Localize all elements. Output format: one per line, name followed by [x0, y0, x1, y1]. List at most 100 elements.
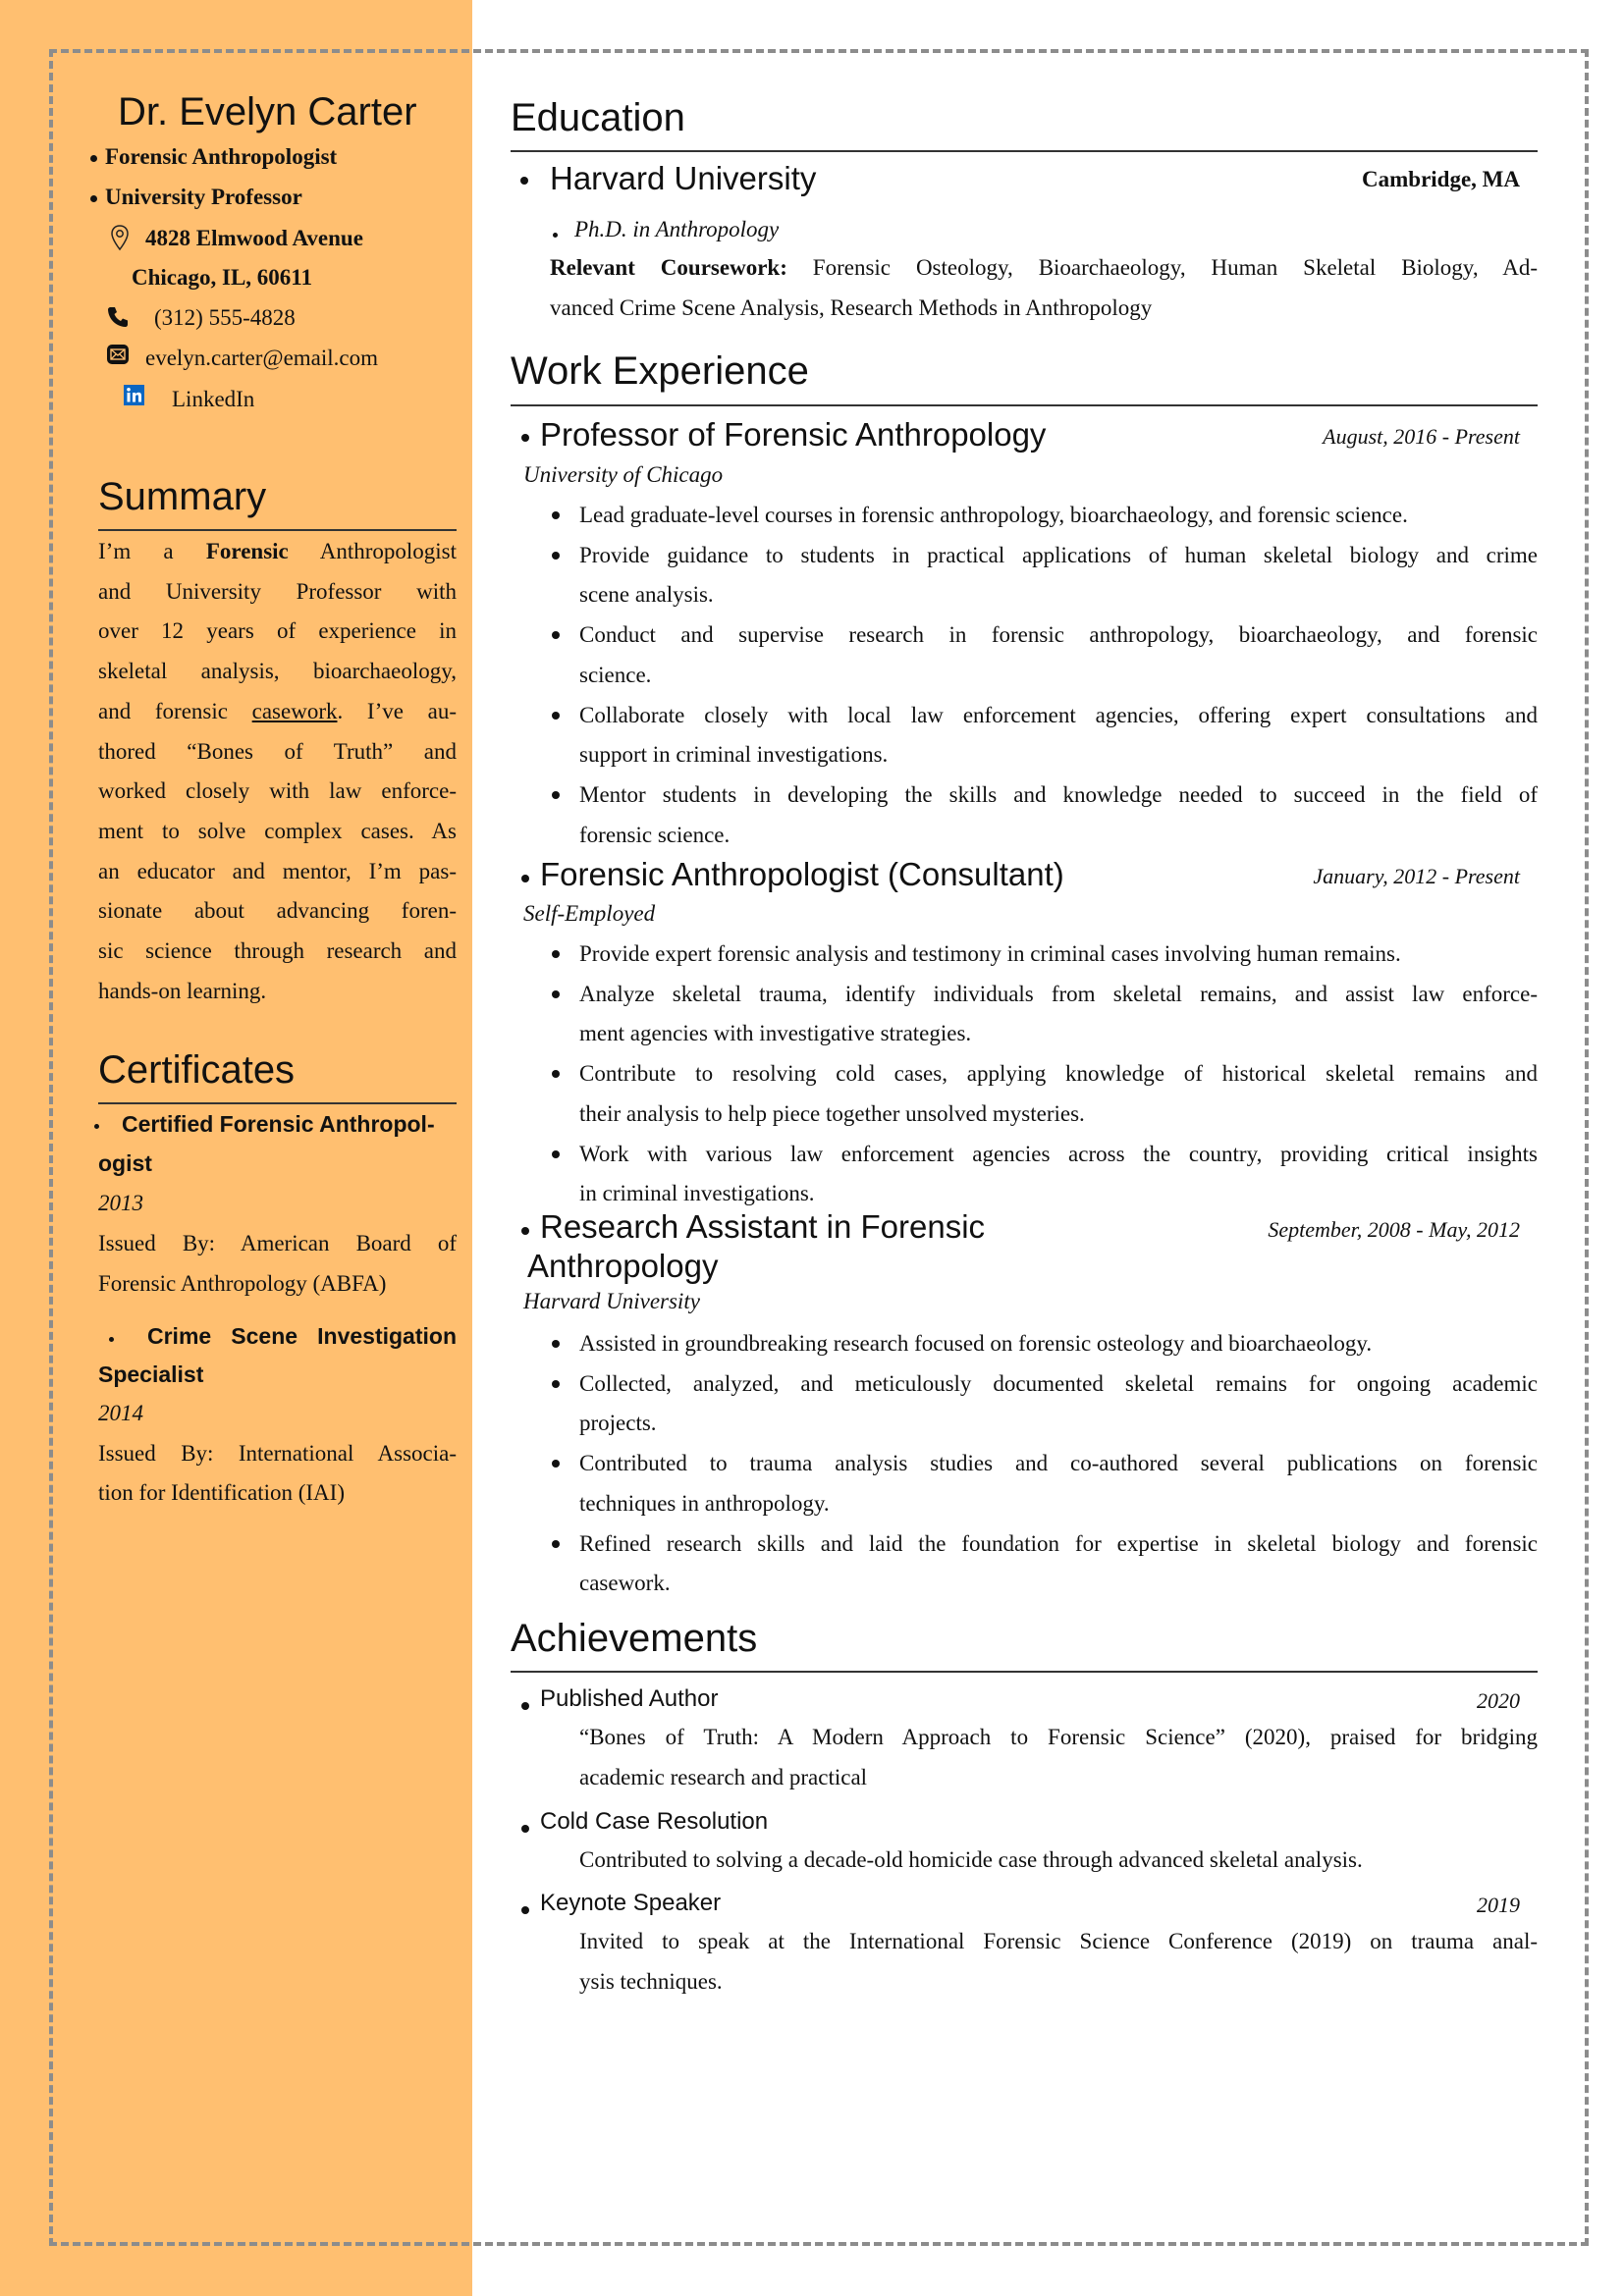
achievement-title: Cold Case Resolution	[540, 1808, 769, 1835]
certificate-title-cont: ogist	[98, 1150, 152, 1176]
address-line-2: Chicago, IL, 60611	[132, 265, 313, 290]
summary-text: I’m a Forensic Anthropologist and Univers…	[98, 532, 457, 1011]
summary-text-segment: Anthropologist	[288, 539, 457, 563]
job-org: Harvard University	[523, 1289, 700, 1313]
job-bullet: Lead graduate-level courses in forensic …	[552, 496, 1538, 536]
work-rule	[511, 404, 1538, 406]
job-bullet: Mentor students in developing the skills…	[552, 775, 1538, 855]
achievement-description: academic research and practical	[579, 1765, 868, 1789]
bullet-icon	[552, 989, 560, 998]
job-org: Self-Employed	[523, 901, 656, 926]
linkedin-link[interactable]: LinkedIn	[172, 387, 254, 412]
achievement-title: Published Author	[540, 1685, 719, 1712]
summary-text-segment: . I’ve au-	[337, 698, 458, 723]
job-bullet-line: Lead graduate-level courses in forensic …	[579, 503, 1408, 527]
coursework-cont: vanced Crime Scene Analysis, Research Me…	[550, 295, 1153, 320]
envelope-icon	[107, 345, 129, 364]
summary-text-segment: and forensic	[98, 698, 252, 723]
achievement-title: Keynote Speaker	[540, 1890, 722, 1916]
certificate-title-cont: Specialist	[98, 1362, 204, 1387]
job-bullet-line: Assisted in groundbreaking research focu…	[579, 1331, 1373, 1356]
bullet-icon	[552, 1340, 560, 1348]
summary-line: sic science through research and	[98, 938, 457, 964]
job-bullet-line: Collected, analyzed, and meticulously do…	[579, 1370, 1538, 1396]
certificate-year: 2013	[98, 1191, 143, 1215]
job-bullet-line: Work with various law enforcement agenci…	[579, 1141, 1538, 1166]
summary-line: and forensic casework. I’ve au-	[98, 692, 457, 732]
achievement-description: ysis techniques.	[579, 1969, 723, 1994]
job-bullet: Contributed to trauma analysis studies a…	[552, 1444, 1538, 1523]
underlined-word: casework	[251, 698, 338, 723]
job-bullet-line: Mentor students in developing the skills…	[579, 781, 1538, 807]
job-bullet-line: Analyze skeletal trauma, identify indivi…	[579, 981, 1538, 1006]
job-bullets: Assisted in groundbreaking research focu…	[552, 1324, 1538, 1604]
job-bullet: Contribute to resolving cold cases, appl…	[552, 1054, 1538, 1134]
bullet-icon	[552, 790, 560, 799]
coursework-label: Relevant Coursework:	[550, 255, 787, 280]
job-bullet-line: forensic science.	[579, 822, 731, 847]
job-bullet: Collaborate closely with local law enfor…	[552, 696, 1538, 775]
title-item: University Professor	[90, 185, 302, 210]
bullet-icon	[521, 875, 529, 882]
email-link[interactable]: evelyn.carter@email.com	[145, 346, 378, 371]
address-line-1: 4828 Elmwood Avenue	[145, 226, 363, 250]
job-bullet-line: their analysis to help piece together un…	[579, 1100, 1085, 1126]
achievement-description: Contributed to solving a decade-old homi…	[579, 1847, 1363, 1872]
bullet-icon	[521, 1825, 529, 1833]
summary-line: an educator and mentor, I’m pas-	[98, 858, 457, 883]
map-pin-icon	[111, 225, 129, 251]
coursework: Relevant Coursework: Forensic Osteology,…	[550, 255, 1538, 281]
job-bullets: Lead graduate-level courses in forensic …	[552, 496, 1538, 855]
school-name: Harvard University	[550, 160, 817, 196]
phone-icon	[108, 307, 128, 327]
education-rule	[511, 150, 1538, 152]
job-bullet-line: Conduct and supervise research in forens…	[579, 622, 1538, 648]
bullet-icon	[90, 195, 97, 203]
job-bullet-line: projects.	[579, 1411, 657, 1436]
title-item: Forensic Anthropologist	[90, 144, 337, 170]
candidate-name: Dr. Evelyn Carter	[118, 90, 417, 133]
summary-rule	[98, 529, 457, 531]
achievement-year: 2020	[1477, 1688, 1520, 1713]
job-bullet: Assisted in groundbreaking research focu…	[552, 1324, 1538, 1364]
summary-line: skeletal analysis, bioarchaeology,	[98, 659, 457, 684]
bullet-icon	[521, 1227, 529, 1235]
job-bullet-line: Collaborate closely with local law enfor…	[579, 702, 1538, 727]
bullet-icon	[552, 551, 560, 560]
certificate-title: Crime Scene Investigation	[147, 1323, 457, 1349]
job-title-cont: Anthropology	[527, 1248, 719, 1284]
bullet-icon	[552, 511, 560, 519]
summary-line: and University Professor with	[98, 578, 457, 604]
bullet-icon	[521, 1702, 529, 1710]
summary-heading: Summary	[98, 475, 267, 518]
summary-line: worked closely with law enforce-	[98, 778, 457, 804]
achievements-heading: Achievements	[511, 1617, 758, 1660]
job-title: Forensic Anthropologist (Consultant)	[540, 856, 1064, 892]
job-bullet: Collected, analyzed, and meticulously do…	[552, 1364, 1538, 1444]
job-bullet-line: Contributed to trauma analysis studies a…	[579, 1451, 1538, 1476]
job-bullet-line: techniques in anthropology.	[579, 1490, 830, 1516]
certificate-issuer: Issued By: American Board of	[98, 1231, 457, 1255]
certificate-issuer-cont: tion for Identification (IAI)	[98, 1480, 345, 1505]
job-bullets: Provide expert forensic analysis and tes…	[552, 934, 1538, 1214]
achievement-year: 2019	[1477, 1893, 1520, 1917]
phone-number[interactable]: (312) 555-4828	[154, 305, 296, 331]
bullet-icon	[94, 1124, 99, 1129]
bullet-icon	[521, 434, 529, 442]
job-bullet: Work with various law enforcement agenci…	[552, 1135, 1538, 1214]
job-dates: August, 2016 - Present	[1323, 424, 1520, 449]
education-heading: Education	[511, 96, 685, 139]
job-bullet-line: Provide guidance to students in practica…	[579, 542, 1538, 567]
job-bullet-line: scene analysis.	[579, 582, 714, 608]
job-org: University of Chicago	[523, 462, 724, 487]
job-bullet: Conduct and supervise research in forens…	[552, 615, 1538, 695]
achievement-description: Invited to speak at the International Fo…	[579, 1929, 1538, 1953]
summary-text-segment: I’m a	[98, 539, 206, 563]
work-heading: Work Experience	[511, 349, 809, 393]
bullet-icon	[552, 1379, 560, 1388]
bullet-icon	[90, 155, 97, 163]
job-title: Research Assistant in Forensic	[540, 1208, 986, 1245]
job-bullet: Provide guidance to students in practica…	[552, 536, 1538, 615]
job-bullet: Analyze skeletal trauma, identify indivi…	[552, 975, 1538, 1054]
certificate-title: Certified Forensic Anthropol-	[122, 1111, 435, 1137]
